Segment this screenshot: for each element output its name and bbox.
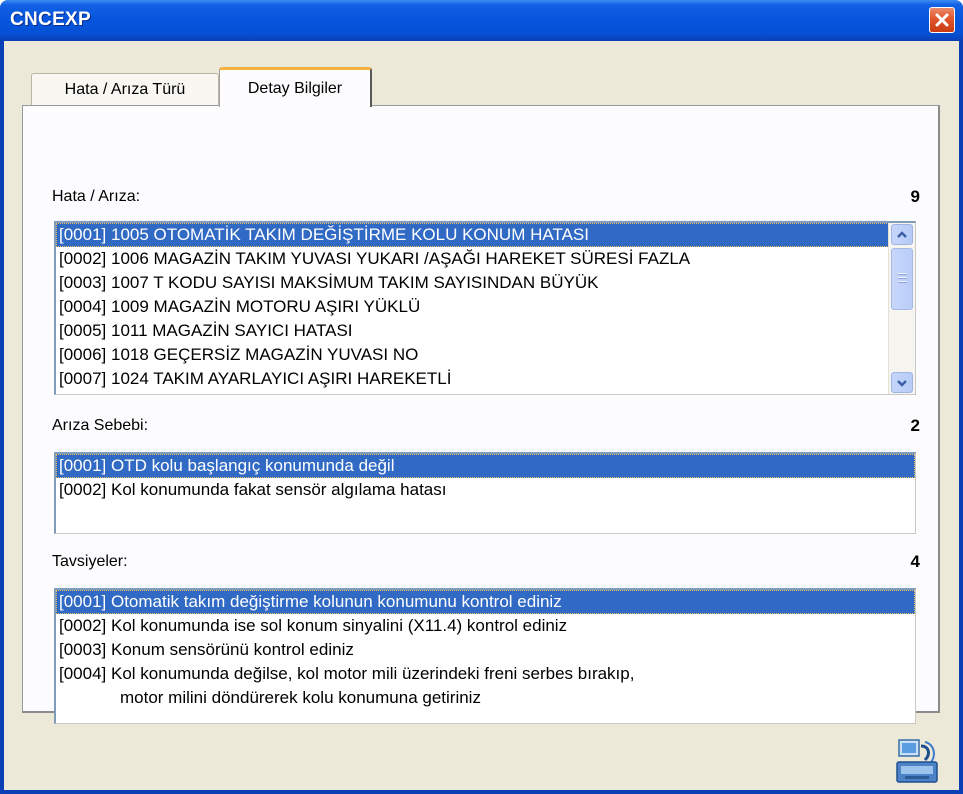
- faults-listbox[interactable]: [0001] 1005 OTOMATİK TAKIM DEĞİŞTİRME KO…: [54, 221, 916, 395]
- causes-list-item[interactable]: [0002] Kol konumunda fakat sensör algıla…: [56, 478, 915, 502]
- scroll-down-button[interactable]: [891, 372, 913, 393]
- faults-scrollbar[interactable]: [888, 223, 915, 394]
- recommendations-count: 4: [910, 552, 920, 571]
- tab-label: Detay Bilgiler: [247, 79, 343, 97]
- faults-list-item[interactable]: [0001] 1005 OTOMATİK TAKIM DEĞİŞTİRME KO…: [56, 223, 889, 247]
- faults-list-item[interactable]: [0003] 1007 T KODU SAYISI MAKSİMUM TAKIM…: [56, 271, 889, 295]
- scroll-up-icon: [897, 230, 907, 238]
- recommendations-list: [0001] Otomatik takım değiştirme kolunun…: [56, 590, 915, 710]
- recommendations-list-item[interactable]: [0002] Kol konumunda ise sol konum sinya…: [56, 614, 915, 638]
- close-icon: [935, 13, 949, 27]
- scroll-thumb[interactable]: [891, 248, 913, 310]
- recommendations-list-item[interactable]: motor milini döndürerek kolu konumuna ge…: [56, 686, 915, 710]
- causes-list-item[interactable]: [0001] OTD kolu başlangıç konumunda deği…: [56, 454, 915, 478]
- recommendations-list-item[interactable]: [0003] Konum sensörünü kontrol ediniz: [56, 638, 915, 662]
- tab-label: Hata / Arıza Türü: [64, 81, 186, 98]
- computer-network-icon: [896, 739, 938, 783]
- window-client-area: Hata / Arıza Türü Detay Bilgiler Hata / …: [4, 41, 959, 790]
- faults-list: [0001] 1005 OTOMATİK TAKIM DEĞİŞTİRME KO…: [56, 223, 889, 391]
- faults-list-item[interactable]: [0006] 1018 GEÇERSİZ MAGAZİN YUVASI NO: [56, 343, 889, 367]
- faults-list-item[interactable]: [0002] 1006 MAGAZİN TAKIM YUVASI YUKARI …: [56, 247, 889, 271]
- recommendations-label: Tavsiyeler:: [52, 553, 128, 570]
- faults-list-item[interactable]: [0005] 1011 MAGAZİN SAYICI HATASI: [56, 319, 889, 343]
- recommendations-listbox[interactable]: [0001] Otomatik takım değiştirme kolunun…: [54, 588, 916, 724]
- scroll-up-button[interactable]: [891, 224, 913, 245]
- scroll-down-icon: [897, 379, 907, 387]
- causes-list: [0001] OTD kolu başlangıç konumunda deği…: [56, 454, 915, 502]
- window: CNCEXP Hata / Arıza Türü Detay Bilgiler …: [0, 0, 963, 794]
- faults-count: 9: [910, 187, 920, 206]
- titlebar[interactable]: CNCEXP: [0, 0, 963, 41]
- causes-listbox[interactable]: [0001] OTD kolu başlangıç konumunda deği…: [54, 452, 916, 534]
- close-button[interactable]: [929, 7, 955, 33]
- tab-detay-bilgiler[interactable]: Detay Bilgiler: [219, 67, 372, 107]
- faults-list-item[interactable]: [0007] 1024 TAKIM AYARLAYICI AŞIRI HAREK…: [56, 367, 889, 391]
- causes-label: Arıza Sebebi:: [52, 417, 149, 434]
- causes-count: 2: [910, 416, 920, 435]
- faults-list-item[interactable]: [0004] 1009 MAGAZİN MOTORU AŞIRI YÜKLÜ: [56, 295, 889, 319]
- recommendations-list-item[interactable]: [0001] Otomatik takım değiştirme kolunun…: [56, 590, 915, 614]
- tab-hata-ariza-turu[interactable]: Hata / Arıza Türü: [31, 73, 219, 106]
- window-title: CNCEXP: [10, 9, 91, 30]
- tab-panel-detay: Hata / Arıza: 9 [0001] 1005 OTOMATİK TAK…: [22, 105, 940, 724]
- recommendations-list-item[interactable]: [0004] Kol konumunda değilse, kol motor …: [56, 662, 915, 686]
- faults-label: Hata / Arıza:: [52, 188, 141, 205]
